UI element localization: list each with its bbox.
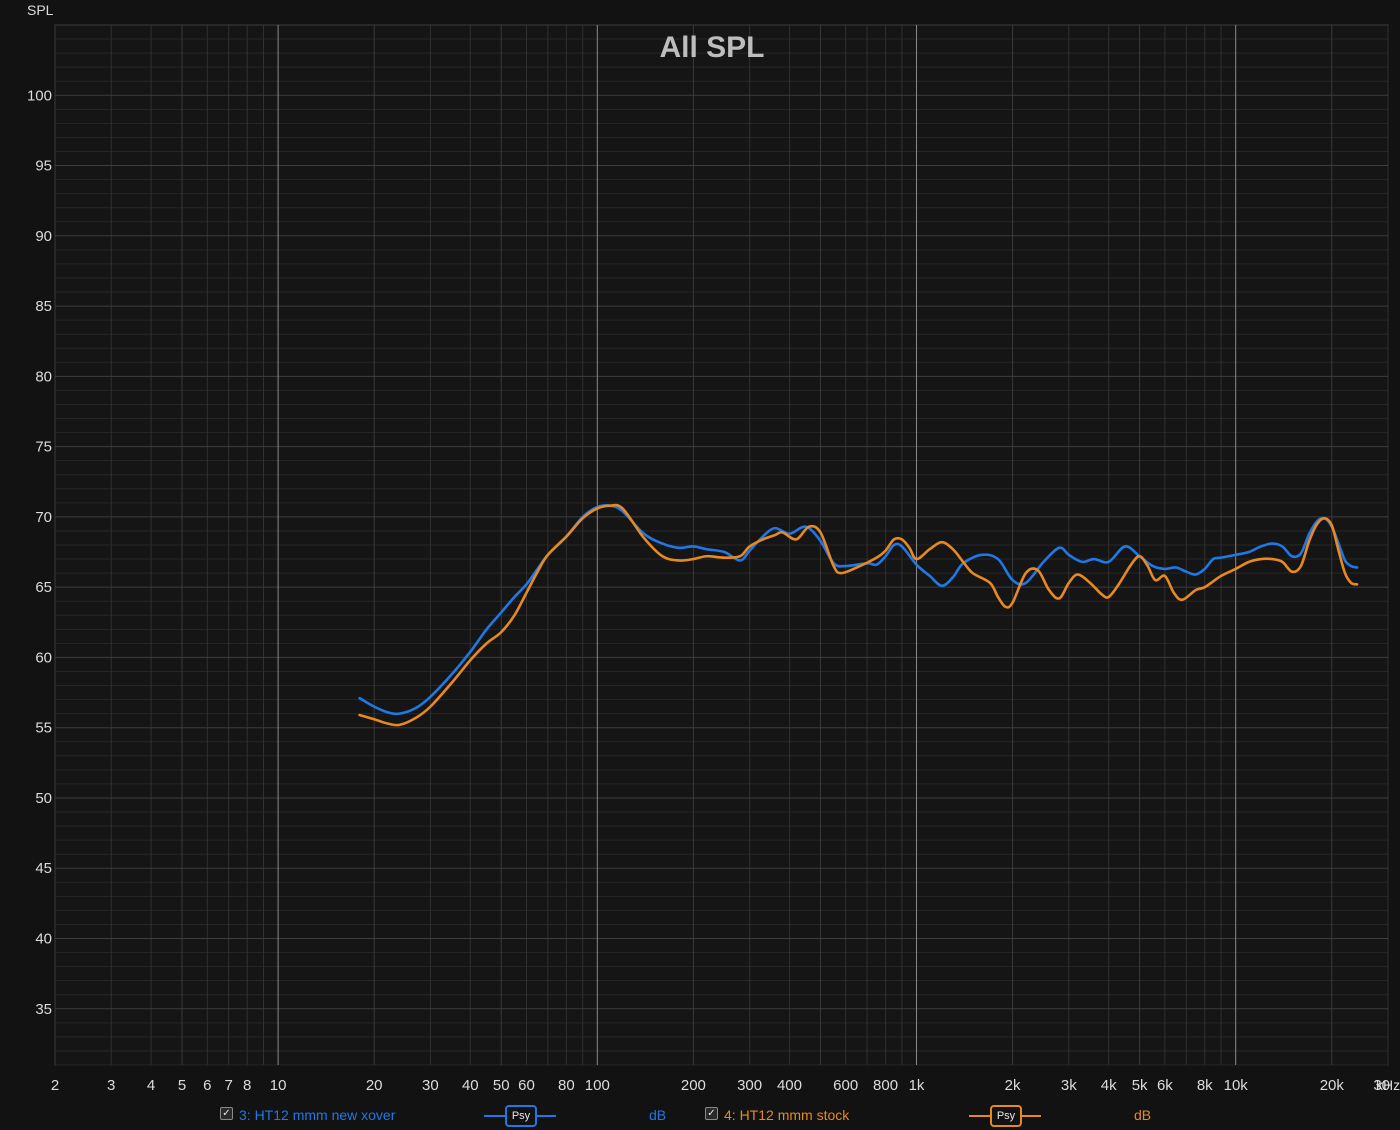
y-tick-label: 95 bbox=[35, 158, 52, 175]
y-tick-label: 75 bbox=[35, 439, 52, 456]
y-axis-label: SPL bbox=[27, 2, 54, 18]
x-tick-label: 300 bbox=[737, 1077, 762, 1094]
y-tick-label: 65 bbox=[35, 579, 52, 596]
x-axis-unit-label: kHz bbox=[1376, 1077, 1400, 1093]
legend-swatch-2[interactable]: Psy bbox=[969, 1104, 1041, 1128]
x-tick-label: 10 bbox=[270, 1077, 287, 1094]
x-tick-label: 10k bbox=[1224, 1077, 1249, 1094]
y-tick-label: 40 bbox=[35, 931, 52, 948]
legend-unit-1: dB bbox=[649, 1107, 667, 1123]
legend-style-button-1[interactable]: Psy bbox=[505, 1105, 537, 1127]
x-tick-label: 600 bbox=[833, 1077, 858, 1094]
x-tick-label: 1k bbox=[909, 1077, 925, 1094]
legend-entry-1: ✓ 3: HT12 mmm new xover Psy dB bbox=[220, 1104, 680, 1128]
x-tick-label: 8k bbox=[1197, 1077, 1213, 1094]
x-tick-label: 200 bbox=[681, 1077, 706, 1094]
y-tick-label: 60 bbox=[35, 649, 52, 666]
x-tick-label: 2 bbox=[51, 1077, 59, 1094]
y-tick-label: 50 bbox=[35, 790, 52, 807]
x-tick-label: 4k bbox=[1101, 1077, 1117, 1094]
x-tick-label: 400 bbox=[777, 1077, 802, 1094]
y-tick-label: 70 bbox=[35, 509, 52, 526]
x-tick-label: 40 bbox=[462, 1077, 479, 1094]
y-tick-label: 55 bbox=[35, 720, 52, 737]
y-tick-label: 85 bbox=[35, 298, 52, 315]
legend-label-1[interactable]: 3: HT12 mmm new xover bbox=[239, 1107, 395, 1123]
y-tick-label: 35 bbox=[35, 1001, 52, 1018]
x-tick-label: 7 bbox=[224, 1077, 232, 1094]
y-tick-label: 90 bbox=[35, 228, 52, 245]
legend-unit-2: dB bbox=[1134, 1107, 1152, 1123]
x-tick-label: 80 bbox=[558, 1077, 575, 1094]
x-tick-label: 50 bbox=[493, 1077, 510, 1094]
legend-style-button-2[interactable]: Psy bbox=[990, 1105, 1022, 1127]
legend-checkbox-1[interactable]: ✓ bbox=[220, 1107, 233, 1120]
x-tick-label: 800 bbox=[873, 1077, 898, 1094]
x-tick-label: 6 bbox=[203, 1077, 211, 1094]
x-tick-label: 100 bbox=[585, 1077, 610, 1094]
x-tick-label: 5 bbox=[178, 1077, 186, 1094]
chart-title: All SPL bbox=[659, 31, 764, 64]
x-tick-label: 5k bbox=[1132, 1077, 1148, 1094]
x-tick-label: 3 bbox=[107, 1077, 115, 1094]
spl-chart[interactable]: 35404550556065707580859095100 2 3 4 5 6 7 8 10 2… bbox=[0, 0, 1400, 1100]
y-tick-label: 45 bbox=[35, 860, 52, 877]
x-tick-label: 30 bbox=[422, 1077, 439, 1094]
x-tick-label: 20 bbox=[366, 1077, 383, 1094]
x-tick-label: 3k bbox=[1061, 1077, 1077, 1094]
x-tick-label: 8 bbox=[243, 1077, 251, 1094]
x-tick-label: 60 bbox=[518, 1077, 535, 1094]
legend-checkbox-2[interactable]: ✓ bbox=[705, 1107, 718, 1120]
y-tick-label: 100 bbox=[27, 87, 52, 104]
x-tick-label: 20k bbox=[1320, 1077, 1345, 1094]
legend-label-2[interactable]: 4: HT12 mmm stock bbox=[724, 1107, 849, 1123]
y-tick-label: 80 bbox=[35, 368, 52, 385]
x-tick-label: 6k bbox=[1157, 1077, 1173, 1094]
legend-swatch-1[interactable]: Psy bbox=[484, 1104, 556, 1128]
legend-entry-2: ✓ 4: HT12 mmm stock Psy dB bbox=[705, 1104, 1165, 1128]
x-tick-label: 2k bbox=[1005, 1077, 1021, 1094]
x-tick-label: 4 bbox=[147, 1077, 155, 1094]
